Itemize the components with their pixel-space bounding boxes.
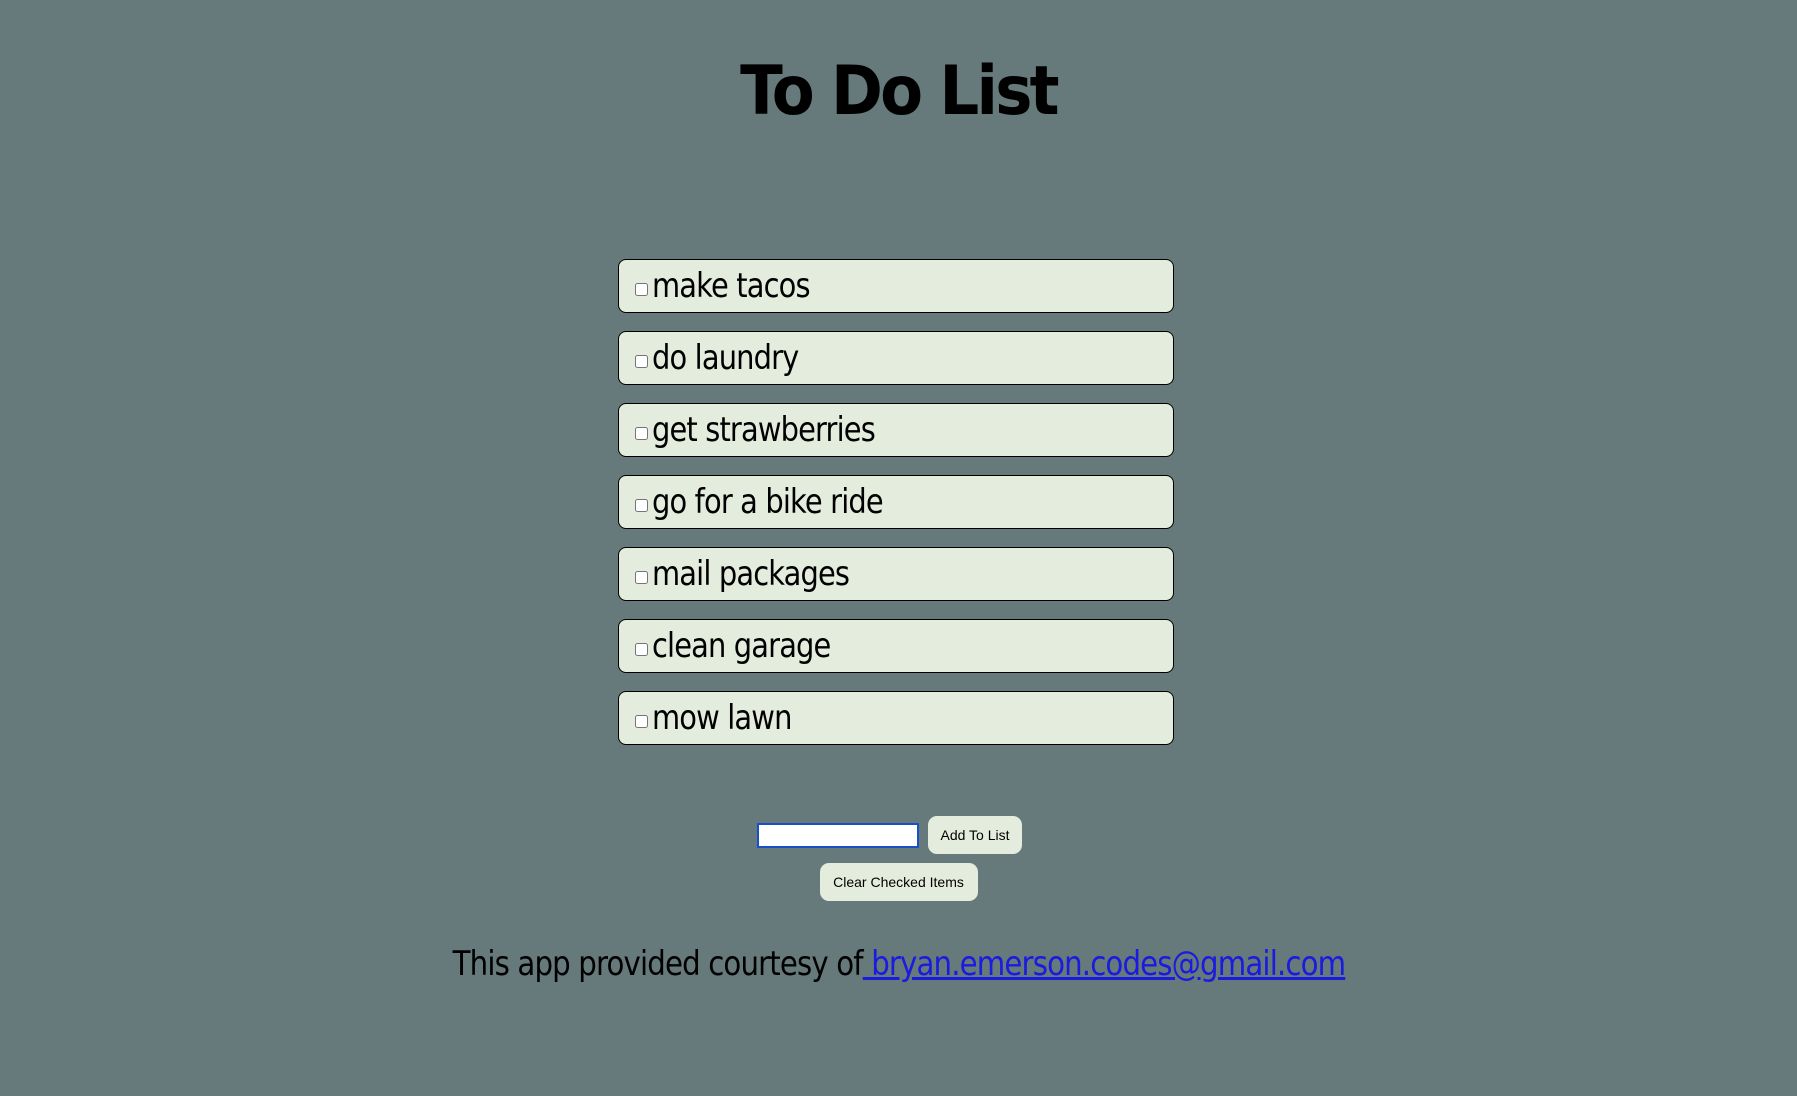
page-title: To Do List <box>740 52 1059 131</box>
contact-email-link[interactable]: bryan.emerson.codes@gmail.com <box>862 944 1346 984</box>
todo-item-label: clean garage <box>652 626 831 666</box>
todo-item: mail packages <box>618 547 1174 601</box>
todo-item-checkbox[interactable] <box>635 427 648 440</box>
todo-item-checkbox[interactable] <box>635 571 648 584</box>
todo-item-checkbox[interactable] <box>635 643 648 656</box>
todo-item-checkbox[interactable] <box>635 283 648 296</box>
todo-item-checkbox[interactable] <box>635 355 648 368</box>
add-to-list-button[interactable]: Add To List <box>928 816 1022 854</box>
new-item-input[interactable] <box>757 822 919 848</box>
todo-item: make tacos <box>618 259 1174 313</box>
todo-item: mow lawn <box>618 691 1174 745</box>
footer: This app provided courtesy of bryan.emer… <box>0 944 1797 984</box>
todo-item-label: mow lawn <box>652 698 792 738</box>
clear-row: Clear Checked Items <box>0 863 1797 901</box>
todo-item-label: mail packages <box>652 554 850 594</box>
todo-item-label: go for a bike ride <box>652 482 884 522</box>
todo-item-label: do laundry <box>652 338 799 378</box>
clear-checked-button[interactable]: Clear Checked Items <box>819 863 978 901</box>
todo-item-label: make tacos <box>652 266 811 306</box>
todo-item-checkbox[interactable] <box>635 715 648 728</box>
todo-item-label: get strawberries <box>652 410 876 450</box>
todo-item-checkbox[interactable] <box>635 499 648 512</box>
footer-content: This app provided courtesy of bryan.emer… <box>452 944 1345 984</box>
footer-text: This app provided courtesy of <box>452 944 863 984</box>
todo-item: get strawberries <box>618 403 1174 457</box>
todo-item: go for a bike ride <box>618 475 1174 529</box>
todo-item: do laundry <box>618 331 1174 385</box>
add-item-form: Add To List <box>0 816 1797 854</box>
todo-list: make tacos do laundry get strawberries g… <box>618 259 1174 763</box>
todo-item: clean garage <box>618 619 1174 673</box>
